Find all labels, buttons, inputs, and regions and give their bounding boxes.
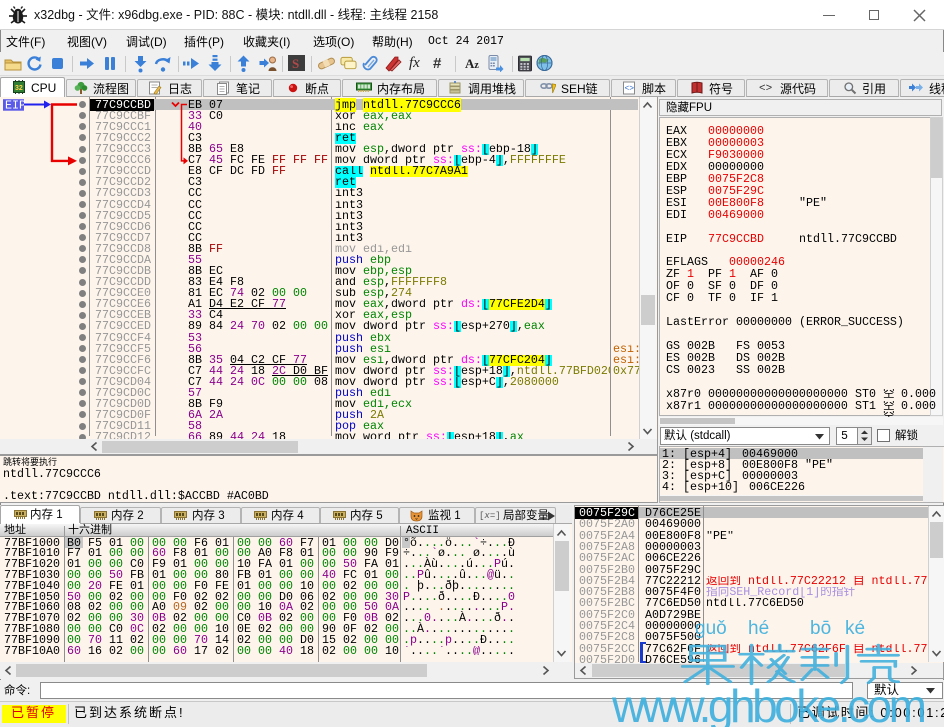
svg-text:EIP: EIP <box>5 99 26 113</box>
svg-text:<>: <> <box>759 83 772 93</box>
svg-text:<>: <> <box>625 85 635 94</box>
svg-text:32: 32 <box>15 85 23 92</box>
